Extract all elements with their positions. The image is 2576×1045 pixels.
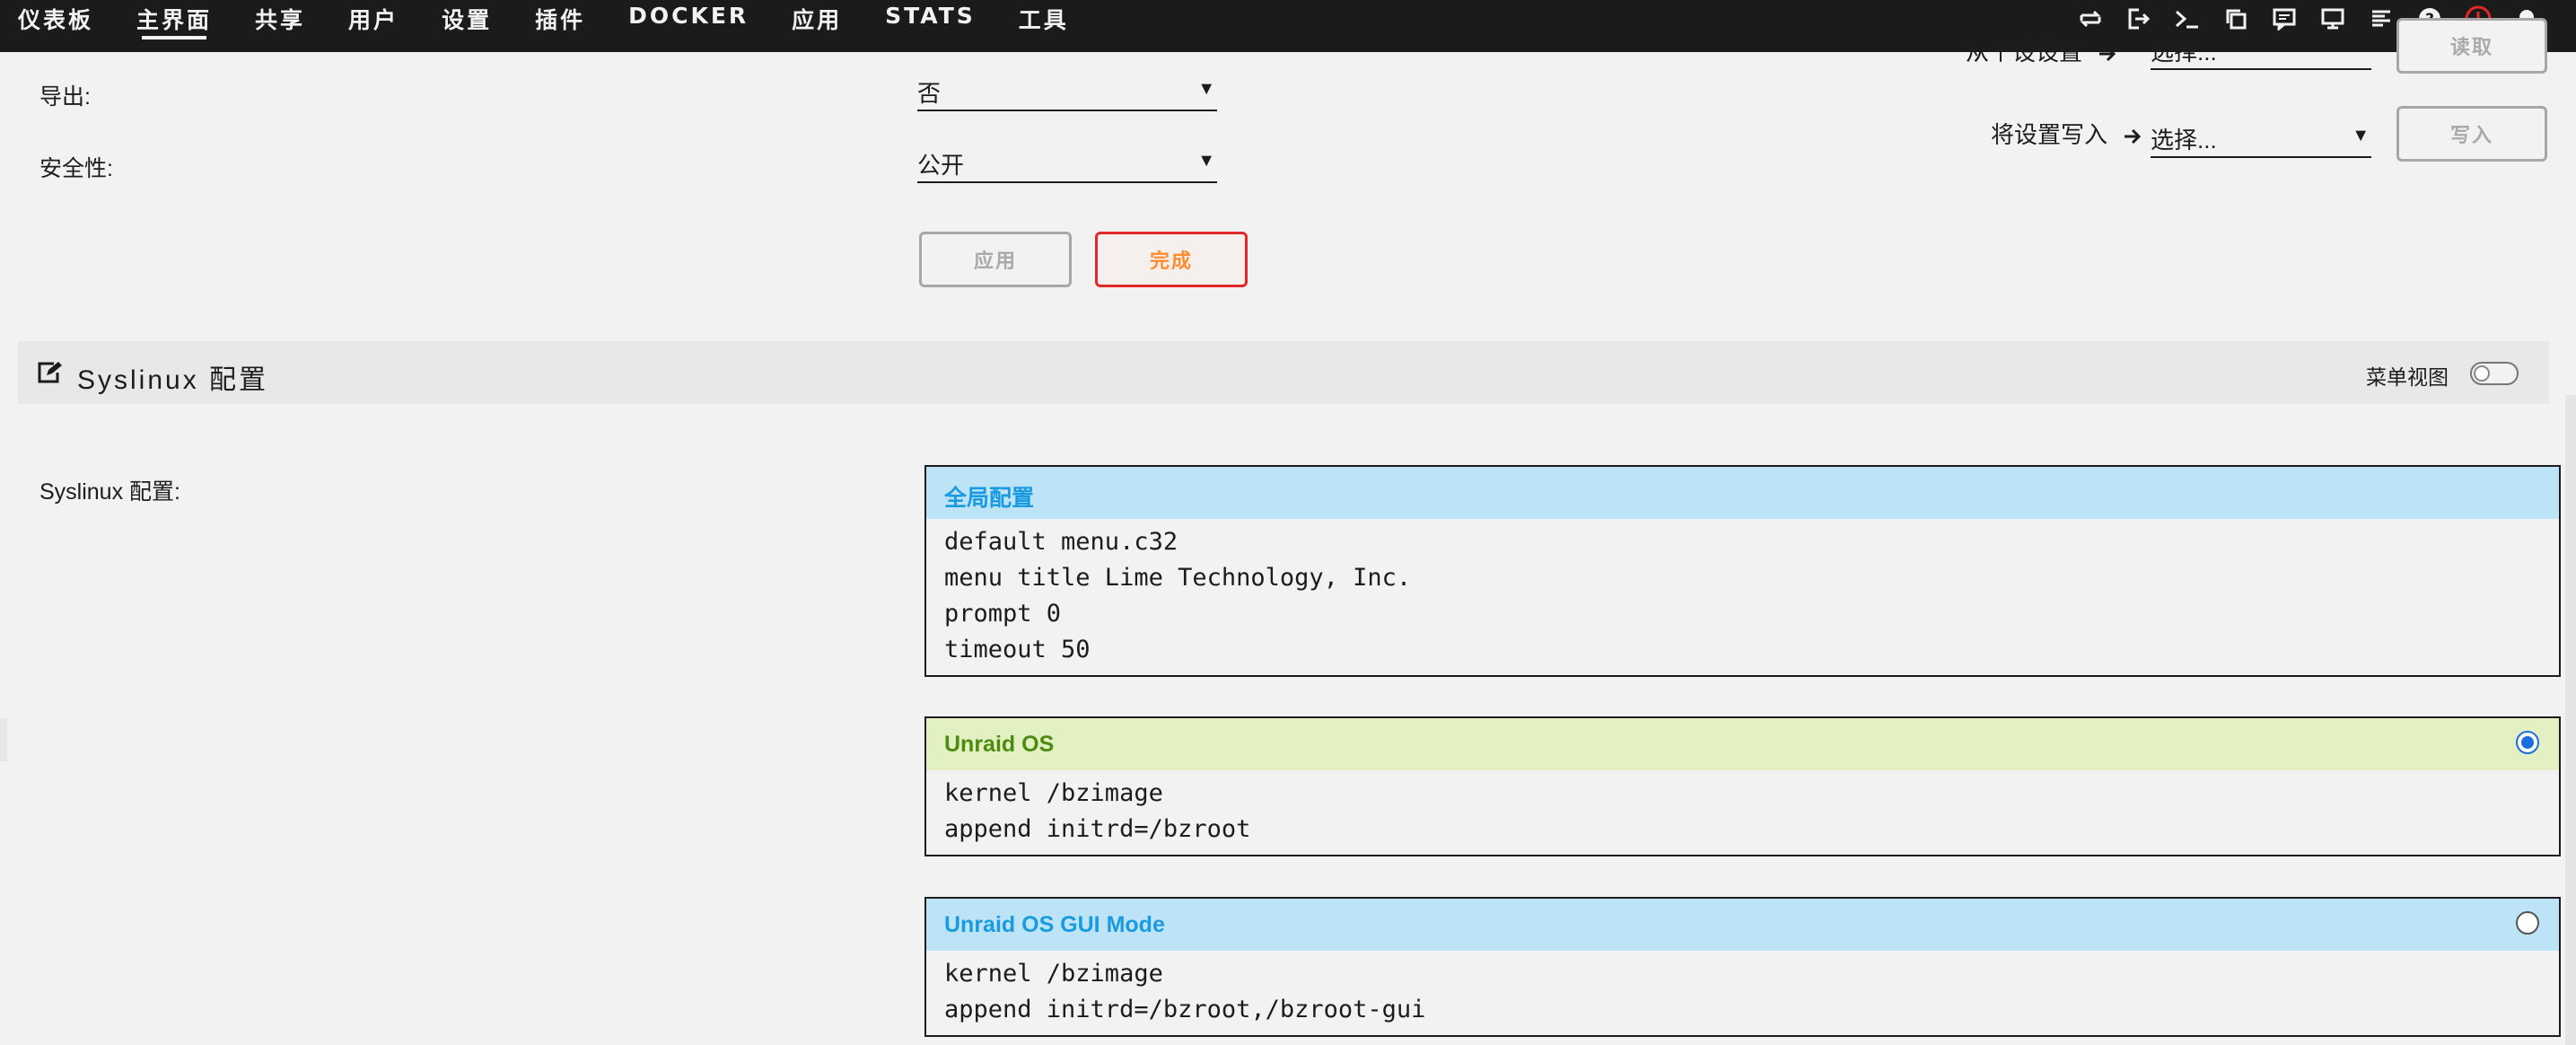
nav-item-tools[interactable]: 工具 — [1019, 0, 1069, 52]
chevron-down-icon: ▼ — [1197, 79, 1215, 99]
arrow-right-icon — [2099, 47, 2116, 62]
read-settings-select[interactable]: 选择... — [2151, 32, 2371, 70]
syslinux-block-unraid-os: Unraid OS kernel /bzimage append initrd=… — [924, 716, 2561, 856]
side-scroll-handle[interactable] — [0, 718, 7, 761]
read-settings-label: 从个设设置 — [1966, 34, 2117, 67]
security-select[interactable]: 公开 ▼ — [917, 145, 1217, 183]
default-boot-radio[interactable] — [2516, 731, 2539, 754]
block-title: 全局配置 — [944, 486, 1035, 511]
block-title: Unraid OS GUI Mode — [944, 912, 1165, 937]
arrow-right-icon — [2125, 129, 2142, 145]
security-label: 安全性: — [39, 156, 113, 181]
block-content[interactable]: kernel /bzimage append initrd=/bzroot,/b… — [926, 951, 2559, 1035]
block-header: Unraid OS GUI Mode — [926, 899, 2559, 951]
toggle-knob — [2474, 365, 2490, 382]
nav-item-plugins[interactable]: 插件 — [535, 0, 585, 52]
switch-language-icon[interactable] — [2066, 0, 2115, 38]
page-scrollbar[interactable] — [2565, 395, 2576, 1045]
write-button[interactable]: 写入 — [2396, 106, 2547, 162]
export-label: 导出: — [39, 84, 91, 110]
menu-view-label: 菜单视图 — [2366, 365, 2449, 389]
write-settings-select-value: 选择... — [2151, 127, 2217, 154]
export-select-value: 否 — [917, 80, 942, 107]
read-settings-select-value: 选择... — [2151, 39, 2217, 66]
nav-item-docker[interactable]: DOCKER — [628, 0, 749, 52]
nav-item-users[interactable]: 用户 — [348, 0, 399, 52]
edit-icon — [38, 362, 62, 383]
export-select[interactable]: 否 ▼ — [917, 74, 1217, 111]
nav-item-main[interactable]: 主界面 — [136, 0, 212, 52]
block-header: 全局配置 — [926, 467, 2559, 519]
nav-item-dashboard[interactable]: 仪表板 — [18, 0, 93, 52]
nav-item-apps[interactable]: 应用 — [792, 0, 842, 52]
section-title: Syslinux 配置 — [77, 365, 269, 395]
nav-item-settings[interactable]: 设置 — [442, 0, 492, 52]
apply-button[interactable]: 应用 — [919, 232, 1072, 287]
chevron-down-icon: ▼ — [1197, 151, 1215, 171]
block-header: Unraid OS — [926, 718, 2559, 770]
nav-item-stats[interactable]: STATS — [885, 0, 976, 52]
block-title: Unraid OS — [944, 732, 1055, 757]
security-select-value: 公开 — [917, 152, 965, 179]
syslinux-config-label: Syslinux 配置: — [39, 479, 180, 505]
menu-view-toggle[interactable] — [2470, 362, 2519, 385]
done-button[interactable]: 完成 — [1095, 232, 1248, 287]
block-content[interactable]: default menu.c32 menu title Lime Technol… — [926, 519, 2559, 675]
default-boot-radio[interactable] — [2516, 911, 2539, 935]
syslinux-block-gui-mode: Unraid OS GUI Mode kernel /bzimage appen… — [924, 897, 2561, 1037]
block-content[interactable]: kernel /bzimage append initrd=/bzroot — [926, 770, 2559, 855]
nav-item-shares[interactable]: 共享 — [255, 0, 305, 52]
read-button[interactable]: 读取 — [2396, 18, 2547, 74]
syslinux-block-global: 全局配置 default menu.c32 menu title Lime Te… — [924, 465, 2561, 677]
write-settings-label: 将设置写入 — [1991, 117, 2142, 150]
chevron-down-icon: ▼ — [2352, 126, 2370, 145]
syslinux-section-header: Syslinux 配置 菜单视图 — [18, 341, 2549, 404]
main-nav: 仪表板 主界面 共享 用户 设置 插件 DOCKER 应用 STATS 工具 — [0, 0, 1112, 52]
write-settings-select[interactable]: 选择... ▼ — [2151, 120, 2371, 158]
